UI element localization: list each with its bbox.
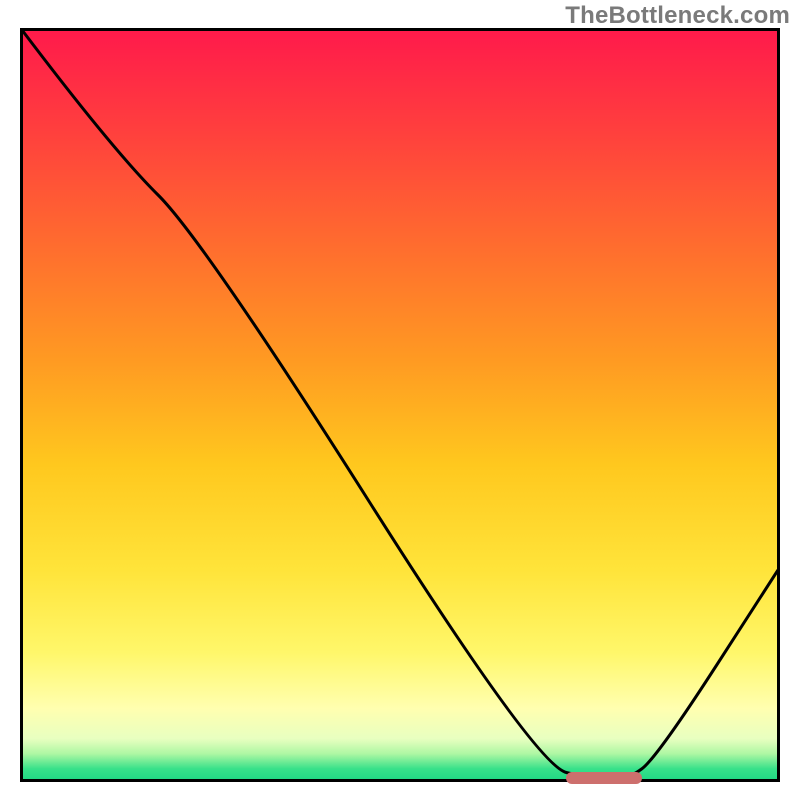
watermark-text: TheBottleneck.com bbox=[565, 2, 790, 30]
gradient-background bbox=[22, 30, 778, 780]
optimal-range-marker bbox=[566, 772, 642, 784]
plot-frame bbox=[20, 28, 780, 782]
plot-svg bbox=[20, 28, 780, 782]
chart-container: TheBottleneck.com bbox=[0, 0, 800, 800]
